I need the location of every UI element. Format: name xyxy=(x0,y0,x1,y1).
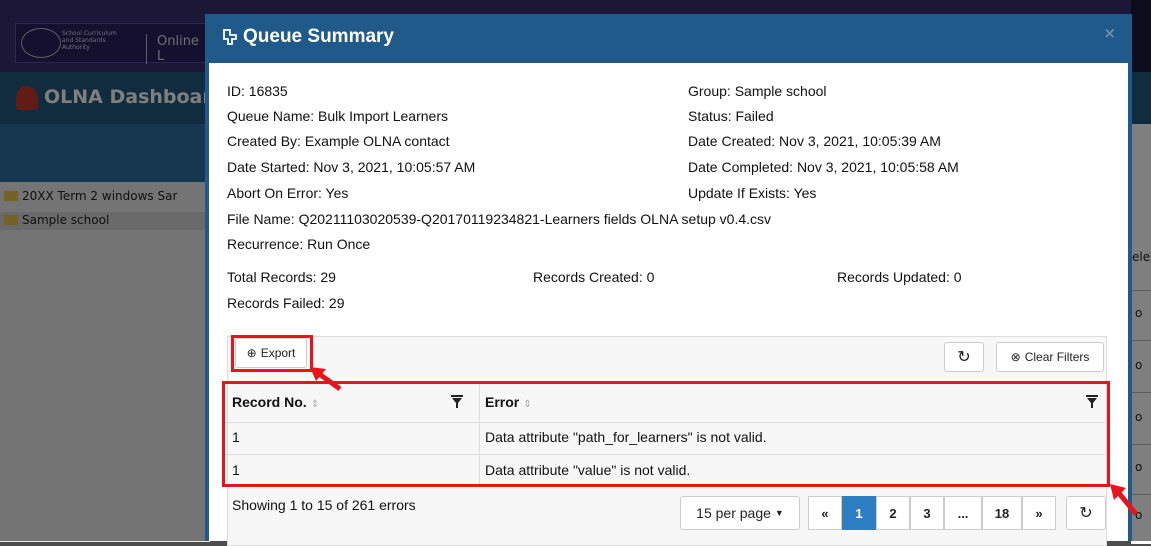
queue-name: Queue Name: Bulk Import Learners xyxy=(227,108,448,124)
close-button[interactable]: × xyxy=(1103,24,1116,42)
showing-count: Showing 1 to 15 of 261 errors xyxy=(232,497,416,513)
page-first-button[interactable]: « xyxy=(808,496,842,530)
group: Group: Sample school xyxy=(688,83,827,99)
abort-on-error: Abort On Error: Yes xyxy=(227,185,349,201)
per-page-dropdown[interactable]: 15 per page ▼ xyxy=(680,496,800,530)
page-ellipsis: ... xyxy=(944,496,982,530)
created-by: Created By: Example OLNA contact xyxy=(227,133,450,149)
table-cell-record-no: 1 xyxy=(232,429,240,445)
recurrence: Recurrence: Run Once xyxy=(227,236,371,252)
page-2-button[interactable]: 2 xyxy=(876,496,910,530)
records-created: Records Created: 0 xyxy=(533,269,655,285)
refresh-icon: ↻ xyxy=(957,349,971,366)
page-18-button[interactable]: 18 xyxy=(982,496,1022,530)
table-cell-error: Data attribute "path_for_learners" is no… xyxy=(485,429,767,445)
records-updated: Records Updated: 0 xyxy=(837,269,962,285)
date-started: Date Started: Nov 3, 2021, 10:05:57 AM xyxy=(227,159,476,175)
status: Status: Failed xyxy=(688,108,774,124)
page-3-button[interactable]: 3 xyxy=(910,496,944,530)
date-completed: Date Completed: Nov 3, 2021, 10:05:58 AM xyxy=(688,159,959,175)
sort-icon[interactable]: ⇕ xyxy=(311,399,319,410)
file-name: File Name: Q20211103020539-Q201701192348… xyxy=(227,211,772,227)
table-cell-record-no: 1 xyxy=(232,462,240,478)
filter-icon[interactable] xyxy=(451,395,463,409)
column-header-record-no[interactable]: Record No. ⇕ xyxy=(232,394,319,410)
records-failed: Records Failed: 29 xyxy=(227,295,345,311)
page-last-button[interactable]: » xyxy=(1022,496,1056,530)
page-1-button[interactable]: 1 xyxy=(842,496,876,530)
date-created: Date Created: Nov 3, 2021, 10:05:39 AM xyxy=(688,133,941,149)
refresh-icon: ↻ xyxy=(1079,505,1093,522)
column-header-error[interactable]: Error ⇕ xyxy=(485,394,532,410)
clear-circle-icon: ⊗ xyxy=(1010,350,1021,364)
pager-refresh-button[interactable]: ↻ xyxy=(1066,496,1106,530)
caret-down-icon: ▼ xyxy=(774,508,784,518)
queue-id: ID: 16835 xyxy=(227,83,288,99)
clear-filters-button[interactable]: ⊗ Clear Filters xyxy=(996,342,1104,372)
table-cell-error: Data attribute "value" is not valid. xyxy=(485,462,691,478)
refresh-button[interactable]: ↻ xyxy=(944,342,984,372)
export-button[interactable]: ⊕ Export xyxy=(235,338,307,368)
modal-title: Queue Summary xyxy=(243,26,394,47)
update-if-exists: Update If Exists: Yes xyxy=(688,185,817,201)
sort-icon[interactable]: ⇕ xyxy=(523,399,531,410)
hand-pointer-icon xyxy=(223,29,237,45)
download-circle-icon: ⊕ xyxy=(246,346,257,360)
filter-icon[interactable] xyxy=(1086,395,1098,409)
total-records: Total Records: 29 xyxy=(227,269,336,285)
modal-header: Queue Summary × xyxy=(209,14,1128,63)
